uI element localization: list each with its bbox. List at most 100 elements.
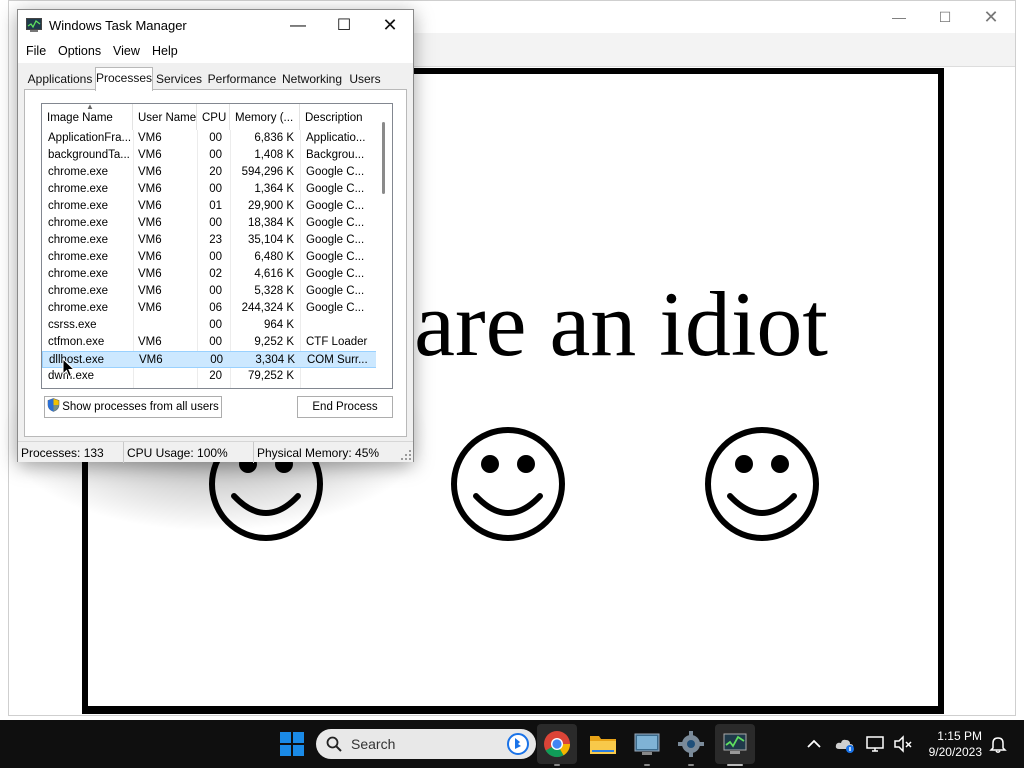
process-cpu-cell: 00 — [209, 251, 222, 263]
process-description-cell: Google C... — [306, 217, 365, 229]
tab-networking[interactable]: Networking — [280, 69, 344, 89]
status-processes: Processes: 133 — [18, 442, 124, 463]
column-image-name[interactable]: ▲ Image Name — [42, 104, 133, 130]
maximize-button[interactable]: ☐ — [321, 10, 367, 41]
process-rows: ApplicationFra... VM6 00 6,836 K Applicatio.… — [42, 130, 378, 385]
table-row[interactable]: backgroundTa... VM6 00 1,408 K Backgrou... — [42, 147, 378, 164]
minimize-button[interactable]: — — [275, 10, 321, 41]
table-row[interactable]: chrome.exe VM6 00 1,364 K Google C... — [42, 181, 378, 198]
search-icon — [326, 736, 342, 752]
bing-chat-icon[interactable] — [506, 732, 530, 756]
process-description-cell: Google C... — [306, 234, 365, 246]
table-row[interactable]: ApplicationFra... VM6 00 6,836 K Applicatio.… — [42, 130, 378, 147]
process-description-cell: CTF Loader — [306, 336, 368, 348]
process-cpu-cell: 00 — [209, 149, 222, 161]
tab-services[interactable]: Services — [155, 69, 203, 89]
process-memory-cell: 964 K — [263, 319, 294, 331]
process-name-cell: ApplicationFra... — [48, 132, 132, 144]
task-manager-window[interactable]: Windows Task Manager — ☐ ✕ File Options … — [17, 9, 414, 463]
menu-file[interactable]: File — [26, 44, 46, 58]
process-memory-cell: 79,252 K — [247, 370, 294, 382]
vertical-scrollbar[interactable] — [376, 104, 392, 388]
column-description[interactable]: Description — [300, 104, 378, 130]
table-row[interactable]: chrome.exe VM6 02 4,616 K Google C... — [42, 266, 378, 283]
table-row[interactable]: csrss.exe 00 964 K — [42, 317, 378, 334]
chevron-up-icon[interactable] — [802, 732, 826, 756]
menu-help[interactable]: Help — [152, 44, 178, 58]
notification-bell-icon[interactable] — [986, 732, 1010, 756]
process-user-cell: VM6 — [138, 251, 162, 263]
chrome-icon[interactable] — [541, 728, 573, 760]
process-description-cell: Google C... — [306, 183, 365, 195]
process-description-cell: COM Surr... — [307, 354, 368, 366]
table-row[interactable]: ctfmon.exe VM6 00 9,252 K CTF Loader — [42, 334, 378, 351]
smiley-face-icon — [705, 427, 819, 541]
process-cpu-cell: 20 — [209, 166, 222, 178]
process-memory-cell: 6,836 K — [254, 132, 294, 144]
process-list[interactable]: ▲ Image Name User Name CPU Memory (... D… — [41, 103, 393, 389]
process-name-cell: chrome.exe — [48, 183, 109, 195]
onedrive-cloud-icon[interactable] — [833, 732, 857, 756]
process-user-cell: VM6 — [138, 200, 162, 212]
menu-options[interactable]: Options — [58, 44, 101, 58]
background-close-button[interactable]: ✕ — [971, 5, 1011, 29]
process-description-cell: Google C... — [306, 268, 365, 280]
table-row[interactable]: dwm.exe 20 79,252 K — [42, 368, 378, 385]
menu-view[interactable]: View — [113, 44, 140, 58]
status-cpu-usage: CPU Usage: 100% — [124, 442, 254, 463]
tab-users[interactable]: Users — [347, 69, 383, 89]
table-row[interactable]: chrome.exe VM6 00 5,328 K Google C... — [42, 283, 378, 300]
network-icon[interactable] — [864, 732, 888, 756]
process-memory-cell: 4,616 K — [254, 268, 294, 280]
task-manager-active-indicator — [727, 764, 743, 766]
close-button[interactable]: ✕ — [367, 10, 413, 41]
process-description-cell: Google C... — [306, 166, 365, 178]
process-user-cell: VM6 — [139, 354, 163, 366]
status-bar: Processes: 133 CPU Usage: 100% Physical … — [18, 441, 413, 463]
tab-applications[interactable]: Applications — [24, 69, 96, 89]
settings-gear-icon[interactable] — [675, 728, 707, 760]
process-cpu-cell: 00 — [209, 336, 222, 348]
table-row[interactable]: chrome.exe VM6 06 244,324 K Google C... — [42, 300, 378, 317]
column-memory-label: Memory (... — [235, 112, 294, 124]
show-all-processes-button[interactable]: Show processes from all users — [44, 396, 222, 418]
table-row[interactable]: dllhost.exe VM6 00 3,304 K COM Surr... — [42, 351, 378, 368]
tab-processes[interactable]: Processes — [95, 67, 153, 91]
scrollbar-thumb[interactable] — [382, 122, 385, 194]
task-manager-titlebar[interactable]: Windows Task Manager — ☐ ✕ — [18, 10, 413, 41]
windows-start-icon[interactable] — [276, 728, 308, 760]
column-description-label: Description — [305, 112, 363, 124]
running-indicator — [644, 764, 650, 766]
file-explorer-icon[interactable] — [587, 728, 619, 760]
table-row[interactable]: chrome.exe VM6 00 6,480 K Google C... — [42, 249, 378, 266]
table-row[interactable]: chrome.exe VM6 01 29,900 K Google C... — [42, 198, 378, 215]
process-name-cell: chrome.exe — [48, 200, 109, 212]
table-row[interactable]: chrome.exe VM6 20 594,296 K Google C... — [42, 164, 378, 181]
process-user-cell: VM6 — [138, 268, 162, 280]
clock-time[interactable]: 1:15 PM — [920, 729, 982, 743]
process-name-cell: chrome.exe — [48, 285, 109, 297]
processes-panel: ▲ Image Name User Name CPU Memory (... D… — [24, 89, 407, 437]
resize-grip-icon[interactable] — [401, 450, 411, 460]
column-cpu[interactable]: CPU — [197, 104, 230, 130]
background-minimize-button[interactable]: — — [879, 5, 919, 29]
mouse-cursor-icon — [62, 358, 76, 378]
process-description-cell: Backgrou... — [306, 149, 365, 161]
task-manager-app-taskbar-icon[interactable] — [631, 728, 663, 760]
column-user-name[interactable]: User Name — [133, 104, 197, 130]
column-memory[interactable]: Memory (... — [230, 104, 300, 130]
taskbar-search-box[interactable]: Search — [316, 729, 536, 759]
end-process-button[interactable]: End Process — [297, 396, 393, 418]
process-name-cell: chrome.exe — [48, 166, 109, 178]
table-row[interactable]: chrome.exe VM6 00 18,384 K Google C... — [42, 215, 378, 232]
status-physical-memory: Physical Memory: 45% — [257, 446, 380, 460]
tab-performance[interactable]: Performance — [207, 69, 277, 89]
process-user-cell: VM6 — [138, 166, 162, 178]
process-user-cell: VM6 — [138, 234, 162, 246]
table-row[interactable]: chrome.exe VM6 23 35,104 K Google C... — [42, 232, 378, 249]
task-manager-taskbar-icon[interactable] — [719, 728, 751, 760]
background-maximize-button[interactable]: ☐ — [925, 5, 965, 29]
process-name-cell: chrome.exe — [48, 234, 109, 246]
volume-muted-icon[interactable] — [891, 732, 915, 756]
clock-date[interactable]: 9/20/2023 — [920, 745, 982, 759]
